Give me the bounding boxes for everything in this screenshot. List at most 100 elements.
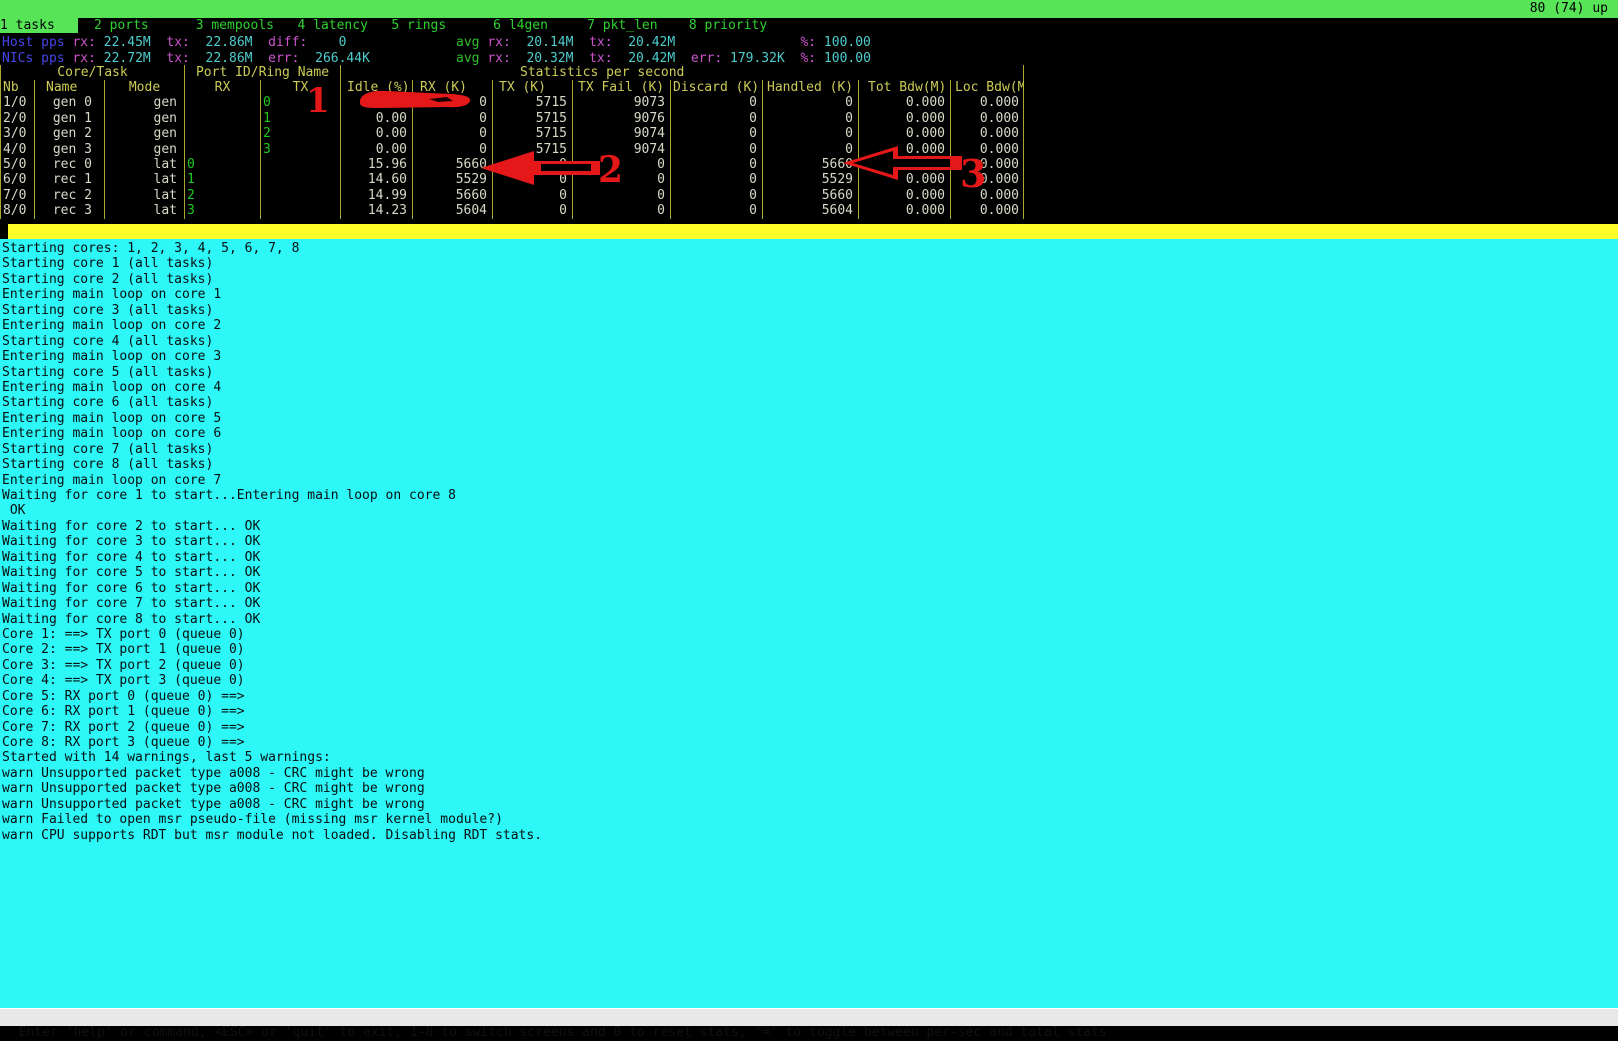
separator-bar <box>8 224 1618 239</box>
cell-nb: 2/0 <box>1 111 35 126</box>
tab-bar: 1 tasks 2 ports 3 mempools 4 latency 5 r… <box>0 18 1618 34</box>
cell-mode: lat <box>105 203 185 218</box>
cell-idle-pct: 14.99 <box>341 188 413 203</box>
group-header: Port ID/Ring Name <box>185 65 341 80</box>
cell-mode: lat <box>105 188 185 203</box>
cell-discard-k: 0 <box>671 126 763 141</box>
cell-tx-fail-k: 0 <box>573 203 671 218</box>
cell-tot-bdw-m: 0.000 <box>859 142 951 157</box>
cell-tot-bdw-m: 0.000 <box>859 95 951 110</box>
console-line: Entering main loop on core 1 <box>2 287 1618 302</box>
group-header: Statistics per second <box>341 65 1024 80</box>
cell-handled-k: 5660 <box>763 157 859 172</box>
console-line: warn Failed to open msr pseudo-file (mis… <box>2 812 1618 827</box>
tab-tasks[interactable]: 1 tasks <box>0 18 78 33</box>
table-row: 2/0gen 1gen10.00057159076000.0000.000 <box>1 111 1023 126</box>
cell-handled-k: 0 <box>763 126 859 141</box>
cell-rx-k: 0 <box>413 95 493 110</box>
table-row: 3/0gen 2gen20.00057159074000.0000.000 <box>1 126 1023 141</box>
cell-idle-pct: 14.60 <box>341 172 413 187</box>
cell-nb: 8/0 <box>1 203 35 218</box>
column-header: Name <box>35 80 105 95</box>
cell-nb: 7/0 <box>1 188 35 203</box>
column-header: Tot Bdw(M) <box>859 80 951 95</box>
cell-tx-fail-k: 0 <box>573 172 671 187</box>
cell-rx-port <box>185 142 261 157</box>
tab-ports[interactable]: 2 ports <box>94 18 149 33</box>
cell-tx-fail-k: 9076 <box>573 111 671 126</box>
tab-rings[interactable]: 5 rings <box>391 18 446 33</box>
cell-tx-port <box>261 172 341 187</box>
console-line: Core 2: ==> TX port 1 (queue 0) <box>2 642 1618 657</box>
console-line: Entering main loop on core 6 <box>2 426 1618 441</box>
console-line: Waiting for core 8 to start... OK <box>2 612 1618 627</box>
console-line: Entering main loop on core 2 <box>2 318 1618 333</box>
cell-name: rec 3 <box>35 203 105 218</box>
console-line: warn CPU supports RDT but msr module not… <box>2 828 1618 843</box>
cell-discard-k: 0 <box>671 157 763 172</box>
cell-tx-port: 2 <box>261 126 341 141</box>
tab-mempools[interactable]: 3 mempools <box>196 18 274 33</box>
title-bar: prox v0.39: Basic Gen x4 80 (74) up <box>0 0 1618 18</box>
cell-name: rec 2 <box>35 188 105 203</box>
cell-tx-k: 5715 <box>493 126 573 141</box>
cell-nb: 4/0 <box>1 142 35 157</box>
tab-latency[interactable]: 4 latency <box>297 18 367 33</box>
column-header: Mode <box>105 80 185 95</box>
console-log: Starting cores: 1, 2, 3, 4, 5, 6, 7, 8 St… <box>0 239 1618 1008</box>
cell-mode: gen <box>105 95 185 110</box>
cell-mode: lat <box>105 157 185 172</box>
cell-tx-fail-k: 9074 <box>573 126 671 141</box>
console-line: Core 7: RX port 2 (queue 0) ==> <box>2 720 1618 735</box>
column-header: Idle (%) <box>341 80 413 95</box>
console-line: warn Unsupported packet type a008 - CRC … <box>2 797 1618 812</box>
console-line: Starting core 6 (all tasks) <box>2 395 1618 410</box>
cell-rx-port: 0 <box>185 157 261 172</box>
cell-handled-k: 5660 <box>763 188 859 203</box>
cell-tot-bdw-m: 0.000 <box>859 188 951 203</box>
cell-discard-k: 0 <box>671 111 763 126</box>
cell-tx-port <box>261 157 341 172</box>
cell-handled-k: 0 <box>763 95 859 110</box>
cell-rx-port: 2 <box>185 188 261 203</box>
table-row: 1/0gen 0gen00.00057159073000.0000.000 <box>1 95 1023 110</box>
tab-priority[interactable]: 8 priority <box>689 18 767 33</box>
table-row: 7/0rec 2lat214.99566000056600.0000.000 <box>1 188 1023 203</box>
cell-rx-k: 5660 <box>413 157 493 172</box>
cell-tx-k: 5715 <box>493 142 573 157</box>
cell-idle-pct: 0.00 <box>341 111 413 126</box>
tab-l4gen[interactable]: 6 l4gen <box>493 18 548 33</box>
console-line: Waiting for core 6 to start... OK <box>2 581 1618 596</box>
cell-tx-port: 3 <box>261 142 341 157</box>
cell-nb: 3/0 <box>1 126 35 141</box>
console-line: Waiting for core 7 to start... OK <box>2 596 1618 611</box>
tab-pkt_len[interactable]: 7 pkt_len <box>587 18 657 33</box>
console-line: Waiting for core 3 to start... OK <box>2 534 1618 549</box>
cell-loc-bdw-m: 0.000 <box>951 95 1024 110</box>
status-bar-help-text: Enter 'help' or command, <ESC> or 'quit'… <box>19 1025 1107 1040</box>
console-line: OK <box>2 503 1618 518</box>
cell-idle-pct: 15.96 <box>341 157 413 172</box>
cell-mode: gen <box>105 142 185 157</box>
table-row: 6/0rec 1lat114.60552900055290.0000.000 <box>1 172 1023 187</box>
console-line: Core 5: RX port 0 (queue 0) ==> <box>2 689 1618 704</box>
table-row: 5/0rec 0lat015.96566000056600.0000.000 <box>1 157 1023 172</box>
cell-tx-fail-k: 0 <box>573 188 671 203</box>
nics-pps-stats-line: NICs pps rx: 22.72M tx: 22.86M err: 266.… <box>2 51 1618 66</box>
column-header: TX Fail (K) <box>573 80 671 95</box>
cell-rx-port: 1 <box>185 172 261 187</box>
cell-tot-bdw-m: 0.000 <box>859 126 951 141</box>
cell-tx-port: 1 <box>261 111 341 126</box>
cell-nb: 5/0 <box>1 157 35 172</box>
cell-name: rec 1 <box>35 172 105 187</box>
console-line: Waiting for core 2 to start... OK <box>2 519 1618 534</box>
cell-loc-bdw-m: 0.000 <box>951 126 1024 141</box>
console-line: Starting cores: 1, 2, 3, 4, 5, 6, 7, 8 <box>2 241 1618 256</box>
cell-tx-fail-k: 9073 <box>573 95 671 110</box>
cell-rx-port: 3 <box>185 203 261 218</box>
cell-handled-k: 0 <box>763 142 859 157</box>
cell-idle-pct: 0.00 <box>341 126 413 141</box>
console-line: Core 1: ==> TX port 0 (queue 0) <box>2 627 1618 642</box>
cell-tot-bdw-m: 0.000 <box>859 157 951 172</box>
cell-rx-k: 0 <box>413 142 493 157</box>
